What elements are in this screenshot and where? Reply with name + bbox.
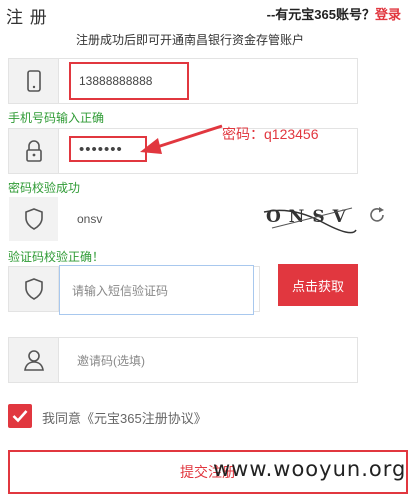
invite-code-input[interactable]: 邀请码(选填) — [77, 338, 145, 382]
login-link[interactable]: 登录 — [375, 7, 401, 22]
captcha-input[interactable]: onsv — [77, 197, 102, 241]
captcha-image[interactable]: ONSV — [262, 200, 358, 234]
subtitle: 注册成功后即可开通南昌银行资金存管账户 — [76, 33, 305, 47]
agreement-text[interactable]: 我同意《元宝365注册协议》 — [42, 408, 207, 427]
captcha-status: 验证码校验正确！ — [8, 250, 105, 264]
get-sms-code-button[interactable]: 点击获取 — [278, 264, 358, 306]
lock-icon — [9, 129, 59, 173]
phone-status: 手机号码输入正确 — [8, 111, 105, 125]
refresh-icon[interactable] — [368, 206, 386, 224]
mobile-phone-icon — [9, 59, 59, 103]
sms-code-input[interactable]: 请输入短信验证码 — [59, 265, 254, 315]
page-title: 注 册 — [6, 8, 48, 27]
password-status: 密码校验成功 — [8, 181, 81, 195]
phone-row: 13888888888 — [8, 58, 358, 104]
agreement-checkbox[interactable] — [8, 404, 32, 428]
password-input[interactable]: ••••••• — [69, 136, 147, 162]
login-prompt-text: --有元宝365账号？ — [266, 7, 375, 22]
checkmark-icon — [12, 410, 28, 423]
shield-icon — [9, 197, 59, 241]
watermark: www.wooyun.org — [213, 457, 407, 481]
invite-row: 邀请码(选填) — [8, 337, 358, 383]
user-icon — [9, 338, 59, 382]
shield-icon — [9, 267, 59, 311]
sms-row: 请输入短信验证码 — [8, 265, 260, 315]
password-annotation: 密码：q123456 — [222, 126, 319, 142]
annotation-arrow — [140, 124, 223, 154]
phone-input[interactable]: 13888888888 — [69, 62, 189, 100]
login-prompt: --有元宝365账号？登录 — [267, 4, 401, 23]
